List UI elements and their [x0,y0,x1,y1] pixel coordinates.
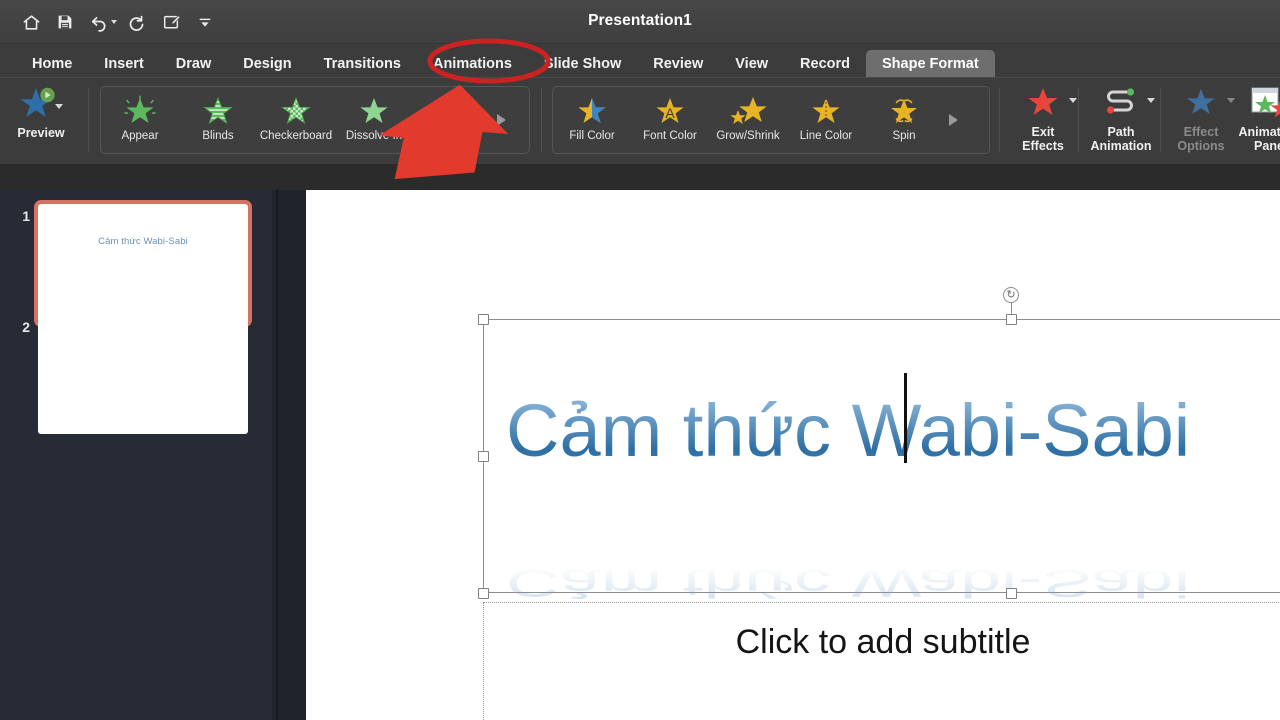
resize-handle-top-left[interactable] [478,314,489,325]
svg-text:A: A [665,105,675,121]
tab-draw[interactable]: Draw [160,50,227,77]
effect-label: Fly In [437,130,467,142]
exit-effects-caret[interactable] [1069,98,1077,103]
slide-number: 2 [22,319,30,335]
tab-transitions[interactable]: Transitions [308,50,417,77]
exit-effects-star-icon [1021,84,1077,122]
effect-grow-shrink[interactable]: Grow/Shrink [709,89,787,151]
slide-thumbnail-panel[interactable]: 1 Cảm thức Wabi-Sabi 2 [0,190,272,720]
title-bar: Presentation1 [0,0,1280,44]
checkerboard-star-icon [276,93,316,129]
effect-appear[interactable]: Appear [101,89,179,151]
tab-home[interactable]: Home [16,50,88,77]
font-color-star-icon: A [650,93,690,129]
exit-effects-label: Exit Effects [1022,125,1064,153]
effect-spin[interactable]: Spin [865,89,943,151]
path-animation-caret[interactable] [1147,98,1155,103]
exit-effects-button[interactable]: Exit Effects [1002,84,1084,160]
ribbon-underbar [0,164,1280,190]
effect-label: Appear [121,130,159,142]
effect-label: Grow/Shrink [716,130,780,142]
effect-checkerboard[interactable]: Checkerboard [257,89,335,151]
animation-pane-label: AnimationPane [1238,125,1280,153]
ribbon-separator [541,88,542,152]
thumbnail-title-text: Cảm thức Wabi-Sabi [98,236,188,247]
effect-options-star-icon [1179,84,1235,122]
emphasis-gallery-more-arrow[interactable] [943,89,963,151]
slide-thumbnail[interactable]: Cảm thức Wabi-Sabi [34,200,252,327]
effect-font-color[interactable]: A Font Color [631,89,709,151]
effect-dissolve-in[interactable]: Dissolve In [335,89,413,151]
ribbon-separator [999,88,1000,152]
blinds-star-icon [198,93,238,129]
tab-review[interactable]: Review [637,50,719,77]
effect-options-label: Effect Options [1177,125,1225,153]
line-color-star-icon [806,93,846,129]
spin-star-icon [884,93,924,129]
path-animation-icon [1099,84,1155,122]
path-animation-button[interactable]: Path Animation [1080,84,1162,160]
effect-blinds[interactable]: Blinds [179,89,257,151]
effect-line-color[interactable]: Line Color [787,89,865,151]
path-animation-label: Path Animation [1090,125,1152,153]
slide-number: 1 [22,208,30,224]
tab-animations[interactable]: Animations [417,50,528,77]
effect-label: Blinds [202,130,234,142]
rotation-handle[interactable]: ↻ [1003,287,1019,303]
effect-label: Checkerboard [259,130,333,142]
grow-shrink-star-icon [728,93,768,129]
panel-divider[interactable] [276,190,278,720]
preview-label: Preview [17,126,65,140]
dissolve-in-star-icon [354,93,394,129]
tab-shape-format[interactable]: Shape Format [866,50,995,77]
animation-pane-button[interactable]: AnimationPane [1228,84,1280,160]
fill-color-star-icon [572,93,612,129]
resize-handle-bottom-left[interactable] [478,588,489,599]
tab-view[interactable]: View [719,50,784,77]
entrance-gallery-more-arrow[interactable] [491,89,511,151]
ribbon-tab-bar: Home Insert Draw Design Transitions Anim… [0,44,1280,78]
appear-star-icon [120,93,160,129]
slide-thumbnail[interactable] [38,315,248,434]
tab-slide-show[interactable]: Slide Show [528,50,637,77]
slide-canvas[interactable]: Cảm thức Wabi-Sabi Cảm thức Wabi-Sabi ↻ … [306,190,1280,720]
fly-in-star-icon [432,93,472,129]
effect-label: Fill Color [569,130,615,142]
effect-fill-color[interactable]: Fill Color [553,89,631,151]
subtitle-placeholder-text: Click to add subtitle [735,623,1031,661]
tab-record[interactable]: Record [784,50,866,77]
tab-insert[interactable]: Insert [88,50,160,77]
resize-handle-bottom-center[interactable] [1006,588,1017,599]
document-title: Presentation1 [588,12,692,29]
tab-design[interactable]: Design [227,50,307,77]
resize-handle-middle-left[interactable] [478,451,489,462]
slide-title-text[interactable]: Cảm thức Wabi-Sabi [506,388,1280,473]
text-insertion-caret [904,373,907,463]
preview-dropdown-caret[interactable] [55,104,63,109]
resize-handle-top-center[interactable] [1006,314,1017,325]
entrance-effects-gallery[interactable]: Appear Blinds Checkerboard Dissolve In F… [100,86,530,154]
powerpoint-window: Presentation1 Home Insert Draw Design Tr… [0,0,1280,720]
effect-label: Font Color [643,130,697,142]
effect-label: Spin [892,130,916,142]
effect-label: Line Color [799,130,853,142]
subtitle-placeholder-box[interactable]: Click to add subtitle [483,602,1280,720]
effect-label: Dissolve In [345,130,403,142]
animation-pane-icon [1247,84,1280,122]
ribbon: Preview Appear Blinds Checkerboard Disso… [0,78,1280,164]
effect-fly-in[interactable]: Fly In [413,89,491,151]
ribbon-separator [1078,88,1079,152]
preview-star-icon [19,84,63,124]
ribbon-separator [88,88,89,152]
preview-button[interactable]: Preview [4,84,78,156]
emphasis-effects-gallery[interactable]: Fill Color A Font Color Grow/Shrink Line… [552,86,990,154]
